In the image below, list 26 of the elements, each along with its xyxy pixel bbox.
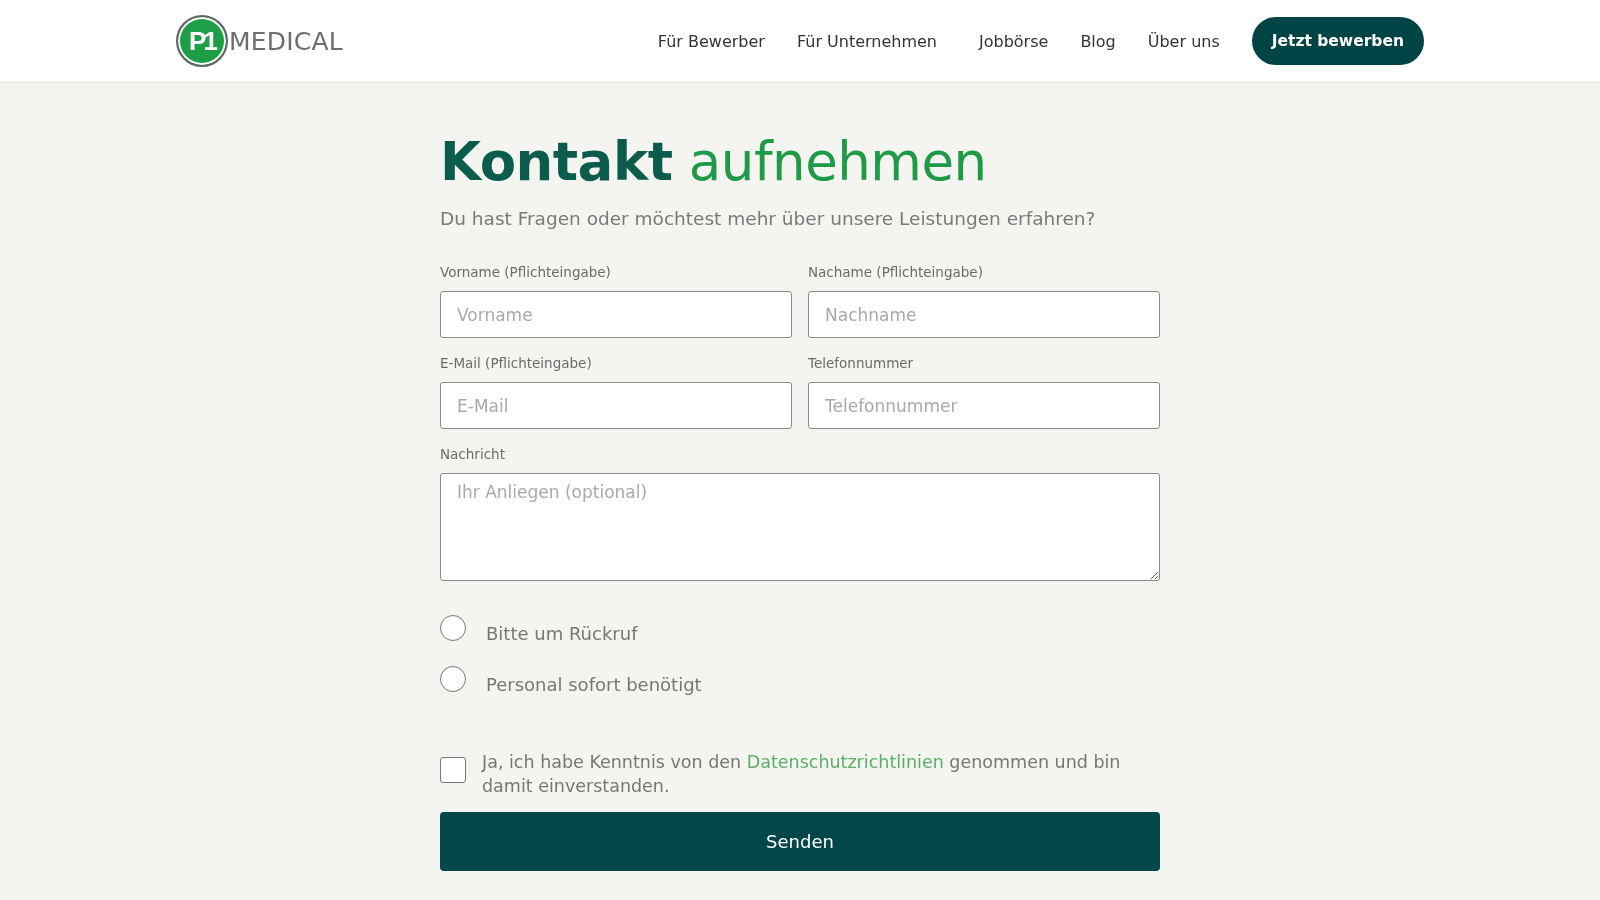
message-field[interactable]: Ihr Anliegen (optional)	[440, 473, 1160, 581]
nav-link[interactable]: Für Bewerber	[657, 31, 765, 51]
input-field[interactable]: Telefonnummer	[808, 382, 1160, 429]
input-field[interactable]: E-Mail	[440, 382, 792, 429]
nav-link[interactable]: Für Unternehmen	[796, 31, 937, 51]
page-subtitle: Du hast Fragen oder möchtest mehr über unsere Leistungen erfahren?	[440, 207, 1097, 231]
option-label: Bitte um Rückruf	[486, 623, 638, 645]
field-label: E-Mail (Pflichteingabe)	[440, 354, 593, 372]
nav-link[interactable]: Blog	[1080, 31, 1116, 51]
field-label: Nachame (Pflichteingabe)	[808, 263, 984, 281]
page-title: Kontakt aufnehmen	[440, 130, 988, 194]
consent-checkbox[interactable]	[440, 757, 466, 783]
option-label: Personal sofort benötigt	[486, 674, 702, 696]
radio-button[interactable]	[440, 615, 466, 641]
nav-link[interactable]: Jobbörse	[979, 31, 1049, 51]
nav-link[interactable]: Über uns	[1147, 31, 1220, 51]
field-label: Vorname (Pflichteingabe)	[440, 263, 612, 281]
apply-button[interactable]: Jetzt bewerben	[1251, 17, 1424, 65]
input-field[interactable]: Nachname	[808, 291, 1160, 338]
radio-button[interactable]	[440, 666, 466, 692]
logo-wordmark[interactable]: MEDICAL	[229, 26, 343, 56]
field-label: Telefonnummer	[808, 354, 915, 372]
submit-button[interactable]: Senden	[440, 812, 1160, 871]
consent-text: Ja, ich habe Kenntnis von den Datenschutzrichtlinien genommen und bin damit einverstanden.	[482, 751, 1122, 798]
field-label: Nachricht	[440, 445, 506, 463]
input-field[interactable]: Vorname	[440, 291, 792, 338]
